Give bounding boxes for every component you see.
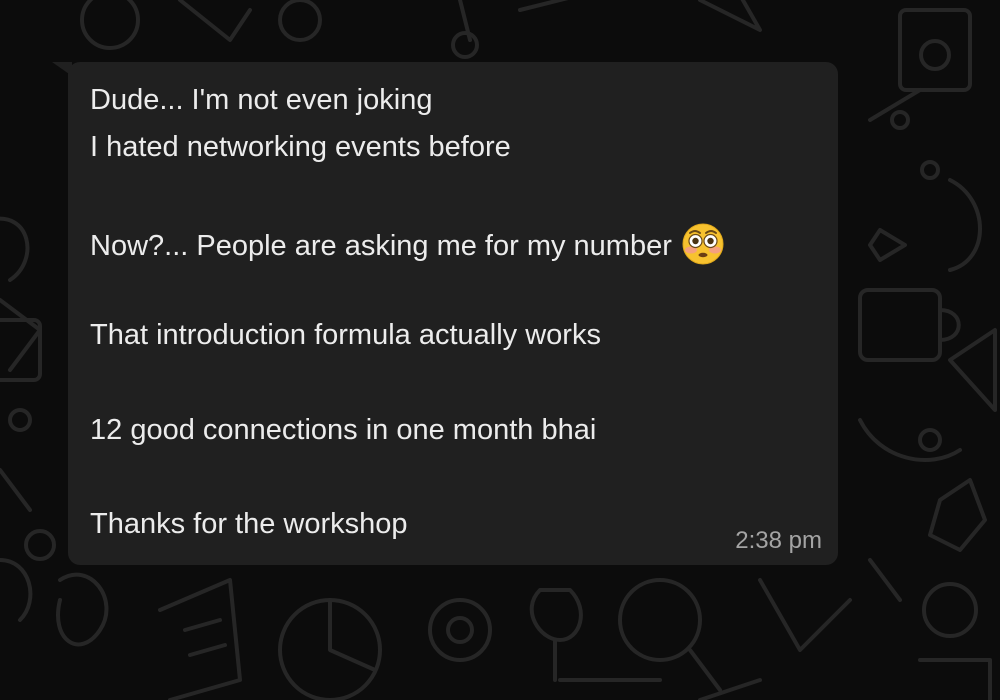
- message-line-6: Thanks for the workshop: [90, 508, 408, 540]
- message-line-5: 12 good connections in one month bhai: [90, 414, 597, 446]
- message-timestamp: 2:38 pm: [735, 527, 822, 554]
- flushed-face-icon: [682, 223, 724, 265]
- message-line-3: Now?... People are asking me for my numb…: [90, 223, 724, 265]
- message-line-3-text: Now?... People are asking me for my numb…: [90, 230, 672, 262]
- chat-background: Dude... I'm not even joking I hated netw…: [0, 0, 1000, 700]
- message-bubble[interactable]: Dude... I'm not even joking I hated netw…: [68, 62, 838, 565]
- message-line-2: I hated networking events before: [90, 131, 511, 163]
- message-line-4: That introduction formula actually works: [90, 319, 601, 351]
- message-line-1: Dude... I'm not even joking: [90, 84, 433, 116]
